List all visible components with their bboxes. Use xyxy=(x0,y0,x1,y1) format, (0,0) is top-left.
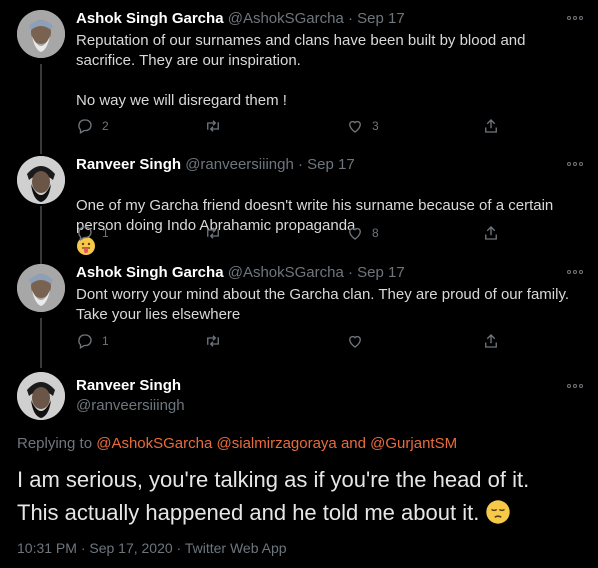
author-handle[interactable]: @ranveersiiingh xyxy=(76,396,185,416)
retweet-icon xyxy=(207,335,219,347)
replying-and: and xyxy=(340,435,366,452)
author-handle[interactable]: @AshokSGarcha xyxy=(228,264,344,281)
avatar[interactable] xyxy=(17,372,65,420)
reply-count: 2 xyxy=(102,119,109,133)
mention-link[interactable]: @sialmirzagoraya xyxy=(217,435,337,452)
avatar[interactable] xyxy=(17,10,65,58)
like-icon xyxy=(349,120,361,133)
author-handle[interactable]: @AshokSGarcha xyxy=(228,10,344,27)
retweet-icon xyxy=(207,120,219,132)
author-name[interactable]: Ranveer Singh xyxy=(76,156,181,173)
tweet-text: Dont worry your mind about the Garcha cl… xyxy=(76,286,570,323)
more-icon[interactable] xyxy=(566,160,584,168)
tweet-date[interactable]: · Sep 17 xyxy=(348,10,405,27)
retweet-button[interactable] xyxy=(204,117,222,135)
like-count: 8 xyxy=(372,226,379,240)
reply-icon xyxy=(78,226,92,241)
tweet-actions: 1 8 xyxy=(76,224,497,244)
share-button[interactable] xyxy=(482,332,500,350)
share-button[interactable] xyxy=(482,224,500,242)
tweet-actions: 1 xyxy=(76,332,497,352)
author-name[interactable]: Ranveer Singh xyxy=(76,376,185,396)
avatar[interactable] xyxy=(17,264,65,312)
reply-button[interactable]: 2 xyxy=(76,117,109,135)
like-icon xyxy=(349,227,361,240)
reply-count: 1 xyxy=(102,226,109,240)
tweet-text: Reputation of our surnames and clans hav… xyxy=(76,32,526,109)
tweet-timestamp[interactable]: 10:31 PM · Sep 17, 2020 · Twitter Web Ap… xyxy=(17,540,287,556)
retweet-icon xyxy=(207,227,219,239)
like-button[interactable] xyxy=(346,332,372,350)
main-text-line: This actually happened and he told me ab… xyxy=(17,500,480,525)
avatar[interactable] xyxy=(17,156,65,204)
more-icon[interactable] xyxy=(566,14,584,22)
author-name[interactable]: Ashok Singh Garcha xyxy=(76,264,224,281)
author-handle[interactable]: @ranveersiiingh xyxy=(185,156,294,173)
retweet-button[interactable] xyxy=(204,224,222,242)
retweet-button[interactable] xyxy=(204,332,222,350)
like-button[interactable]: 8 xyxy=(346,224,379,242)
more-icon[interactable] xyxy=(566,382,584,390)
author-name[interactable]: Ashok Singh Garcha xyxy=(76,10,224,27)
tweet-actions: 2 3 xyxy=(76,117,497,137)
replying-prefix: Replying to xyxy=(17,435,93,452)
share-button[interactable] xyxy=(482,117,500,135)
tweet-date[interactable]: · Sep 17 xyxy=(298,156,355,173)
reply-icon xyxy=(78,334,92,349)
main-tweet-text: I am serious, you're talking as if you'r… xyxy=(17,463,587,529)
share-icon xyxy=(485,119,497,133)
mention-link[interactable]: @GurjantSM xyxy=(370,435,457,452)
like-button[interactable]: 3 xyxy=(346,117,379,135)
tweet[interactable]: Ranveer Singh @ranveersiiingh · Sep 17 O… xyxy=(0,150,598,262)
tweet[interactable]: Ashok Singh Garcha @AshokSGarcha · Sep 1… xyxy=(0,262,598,372)
share-icon xyxy=(485,226,497,240)
tweet-text-wrap: One of my Garcha friend doesn't write hi… xyxy=(76,176,576,258)
like-count: 3 xyxy=(372,119,379,133)
pensive-emoji xyxy=(486,500,511,524)
like-icon xyxy=(349,335,361,348)
main-text-line: I am serious, you're talking as if you'r… xyxy=(17,467,530,492)
reply-button[interactable]: 1 xyxy=(76,332,109,350)
reply-icon xyxy=(78,119,92,134)
reply-button[interactable]: 1 xyxy=(76,224,109,242)
mention-link[interactable]: @AshokSGarcha xyxy=(96,435,212,452)
share-icon xyxy=(485,334,497,348)
more-icon[interactable] xyxy=(566,268,584,276)
tweet[interactable]: Ashok Singh Garcha @AshokSGarcha · Sep 1… xyxy=(0,0,598,150)
tweet-date[interactable]: · Sep 17 xyxy=(348,264,405,281)
main-text-line-2: This actually happened and he told me ab… xyxy=(17,496,587,529)
reply-count: 1 xyxy=(102,334,109,348)
replying-to: Replying to @AshokSGarcha @sialmirzagora… xyxy=(17,435,457,452)
